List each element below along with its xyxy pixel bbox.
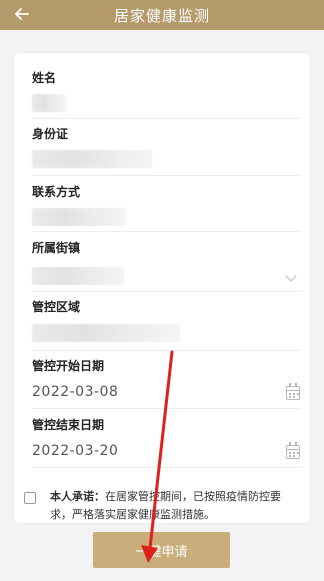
street-select[interactable]: 所属街镇 bbox=[32, 239, 306, 293]
top-bar: 居家健康监测 bbox=[0, 0, 324, 30]
start-date-value: 2022-03-08 bbox=[32, 384, 119, 400]
start-date-label: 管控开始日期 bbox=[32, 359, 105, 373]
submit-button[interactable]: 一键申请 bbox=[93, 532, 230, 568]
divider bbox=[32, 175, 302, 176]
chevron-down-icon[interactable] bbox=[286, 272, 296, 282]
control-area-value-masked bbox=[32, 324, 180, 342]
contact-label: 联系方式 bbox=[32, 185, 81, 199]
id-card-value-masked bbox=[32, 150, 152, 168]
end-date-value: 2022-03-20 bbox=[32, 443, 119, 459]
calendar-icon[interactable] bbox=[286, 383, 300, 400]
contact-field[interactable]: 联系方式 bbox=[32, 183, 306, 237]
end-date-label: 管控结束日期 bbox=[32, 418, 105, 432]
divider bbox=[32, 118, 302, 119]
start-date-field[interactable]: 管控开始日期 2022-03-08 bbox=[32, 357, 306, 413]
street-value-masked bbox=[32, 267, 124, 285]
divider bbox=[32, 467, 302, 468]
divider bbox=[32, 408, 302, 409]
end-date-field[interactable]: 管控结束日期 2022-03-20 bbox=[32, 416, 306, 472]
control-area-label: 管控区域 bbox=[32, 300, 81, 314]
name-value-masked bbox=[32, 94, 66, 112]
id-card-label: 身份证 bbox=[32, 127, 69, 141]
divider bbox=[32, 350, 302, 351]
divider bbox=[32, 291, 302, 292]
back-button[interactable] bbox=[12, 4, 32, 24]
control-area-field[interactable]: 管控区域 bbox=[32, 298, 306, 352]
agreement-checkbox[interactable] bbox=[24, 492, 36, 504]
agreement-bold-label: 本人承诺： bbox=[50, 490, 105, 503]
agreement-text: 本人承诺：在居家管控期间，已按照疫情防控要求，严格落实居家健康监测措施。 bbox=[50, 488, 294, 524]
contact-value-masked bbox=[32, 208, 126, 226]
divider bbox=[32, 231, 302, 232]
name-field[interactable]: 姓名 bbox=[32, 69, 306, 123]
calendar-icon[interactable] bbox=[286, 442, 300, 459]
agreement-row: 本人承诺：在居家管控期间，已按照疫情防控要求，严格落实居家健康监测措施。 bbox=[24, 488, 294, 524]
form-card: 姓名 身份证 联系方式 所属街镇 管控区域 管控开始日期 2022-03-08 … bbox=[14, 53, 310, 523]
arrow-left-icon bbox=[15, 8, 29, 20]
id-card-field[interactable]: 身份证 bbox=[32, 125, 306, 179]
page-title: 居家健康监测 bbox=[113, 6, 210, 25]
street-label: 所属街镇 bbox=[32, 241, 81, 255]
name-label: 姓名 bbox=[32, 71, 57, 85]
